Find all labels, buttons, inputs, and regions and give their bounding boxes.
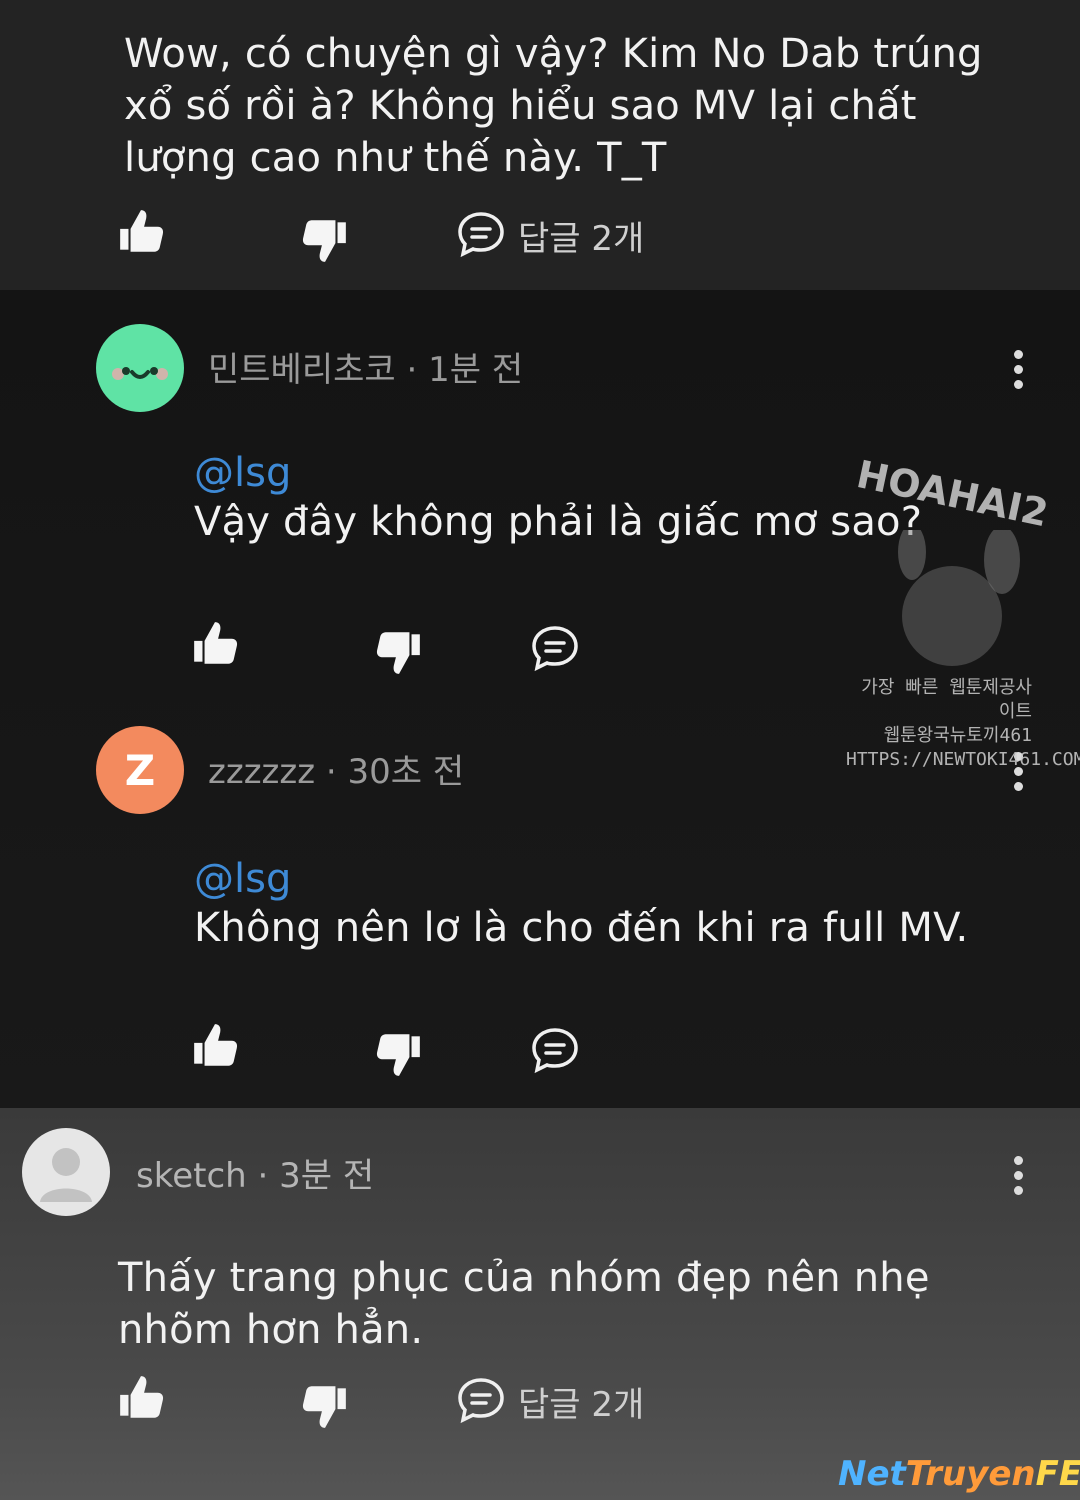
comment-text: Thấy trang phục của nhóm đẹp nên nhẹ nhõ… — [118, 1252, 930, 1356]
bottom-comment: sketch · 3분 전 Thấy trang phục của nhóm đ… — [0, 1108, 1080, 1500]
timestamp: 30초 전 — [347, 752, 465, 792]
meta-separator: · — [406, 350, 429, 390]
thumbs-down-icon — [302, 1386, 346, 1428]
reply-body: @lsg Vậy đây không phải là giấc mơ sao? — [194, 450, 922, 548]
thumbs-down-icon — [376, 632, 420, 674]
comment-icon — [458, 1378, 504, 1422]
watermark-line: HTTPS://NEWTOKI461.COM — [846, 749, 1080, 770]
thumbs-up-icon — [120, 210, 164, 252]
username[interactable]: 민트베리초코 — [208, 350, 396, 390]
smiley-face-icon — [112, 367, 168, 380]
comment-text: Vậy đây không phải là giấc mơ sao? — [194, 499, 923, 545]
more-options-icon[interactable] — [1011, 344, 1025, 395]
reply-button[interactable] — [530, 624, 580, 678]
thumbs-up-icon — [194, 1024, 238, 1066]
comment-text: Không nên lơ là cho đến khi ra full MV. — [194, 905, 969, 951]
username[interactable]: sketch — [136, 1156, 247, 1196]
reply-button[interactable] — [530, 1026, 580, 1080]
mention-link[interactable]: @lsg — [194, 450, 922, 496]
comment-icon — [532, 626, 578, 670]
like-button[interactable] — [116, 206, 168, 262]
watermark-mascot-icon — [898, 530, 1020, 666]
thumbs-down-icon — [376, 1034, 420, 1076]
watermark-line: 웹툰왕국뉴토끼461 — [883, 725, 1032, 746]
comment-meta: 민트베리초코 · 1분 전 — [208, 342, 523, 391]
dislike-button[interactable] — [372, 1028, 424, 1084]
replies-button[interactable]: 답글 2개 — [456, 1376, 644, 1426]
comment-icon — [458, 212, 504, 256]
comment-line: xổ số rồi à? Không hiểu sao MV lại chất — [124, 83, 917, 129]
default-user-icon — [40, 1148, 92, 1202]
top-comment: Wow, có chuyện gì vậy? Kim No Dab trúng … — [0, 0, 1080, 290]
more-options-icon[interactable] — [1011, 1150, 1025, 1201]
logo-part: Net — [838, 1454, 906, 1494]
timestamp: 3분 전 — [279, 1156, 375, 1196]
like-button[interactable] — [190, 618, 242, 674]
avatar[interactable] — [96, 324, 184, 412]
watermark-line: 가장 빠른 웹툰제공사이트 — [861, 677, 1032, 722]
logo-part: Truyen — [905, 1454, 1036, 1494]
replies-button[interactable]: 답글 2개 — [456, 210, 644, 260]
meta-separator: · — [325, 752, 348, 792]
reply-count: 답글 2개 — [518, 1384, 645, 1425]
reply-body: @lsg Không nên lơ là cho đến khi ra full… — [194, 856, 968, 954]
comment-text: Wow, có chuyện gì vậy? Kim No Dab trúng … — [124, 28, 983, 184]
avatar[interactable]: Z — [96, 726, 184, 814]
thumbs-down-icon — [302, 220, 346, 262]
like-button[interactable] — [116, 1372, 168, 1428]
meta-separator: · — [257, 1156, 280, 1196]
dislike-button[interactable] — [298, 214, 350, 270]
replies-thread: 민트베리초코 · 1분 전 @lsg Vậy đây không phải là… — [0, 290, 1080, 1108]
dislike-button[interactable] — [298, 1380, 350, 1436]
site-logo: NetTruyenFE — [838, 1454, 1080, 1494]
reply-count: 답글 2개 — [518, 218, 645, 259]
mention-link[interactable]: @lsg — [194, 856, 968, 902]
dislike-button[interactable] — [372, 626, 424, 682]
comment-line: Thấy trang phục của nhóm đẹp nên nhẹ — [118, 1255, 930, 1301]
username[interactable]: zzzzzz — [208, 752, 315, 792]
avatar-letter: Z — [124, 745, 156, 795]
comment-icon — [532, 1028, 578, 1072]
comment-meta: sketch · 3분 전 — [136, 1148, 374, 1197]
thumbs-up-icon — [194, 622, 238, 664]
watermark-caption: 가장 빠른 웹툰제공사이트 웹툰왕국뉴토끼461 HTTPS://NEWTOKI… — [846, 676, 1080, 772]
thumbs-up-icon — [120, 1376, 164, 1418]
like-button[interactable] — [190, 1020, 242, 1076]
logo-part: FE — [1035, 1454, 1080, 1494]
timestamp: 1분 전 — [428, 350, 524, 390]
comment-meta: zzzzzz · 30초 전 — [208, 744, 464, 793]
comment-line: lượng cao như thế này. T_T — [124, 135, 667, 181]
comment-line: nhõm hơn hẳn. — [118, 1307, 424, 1353]
comment-line: Wow, có chuyện gì vậy? Kim No Dab trúng — [124, 31, 983, 77]
avatar[interactable] — [22, 1128, 110, 1216]
